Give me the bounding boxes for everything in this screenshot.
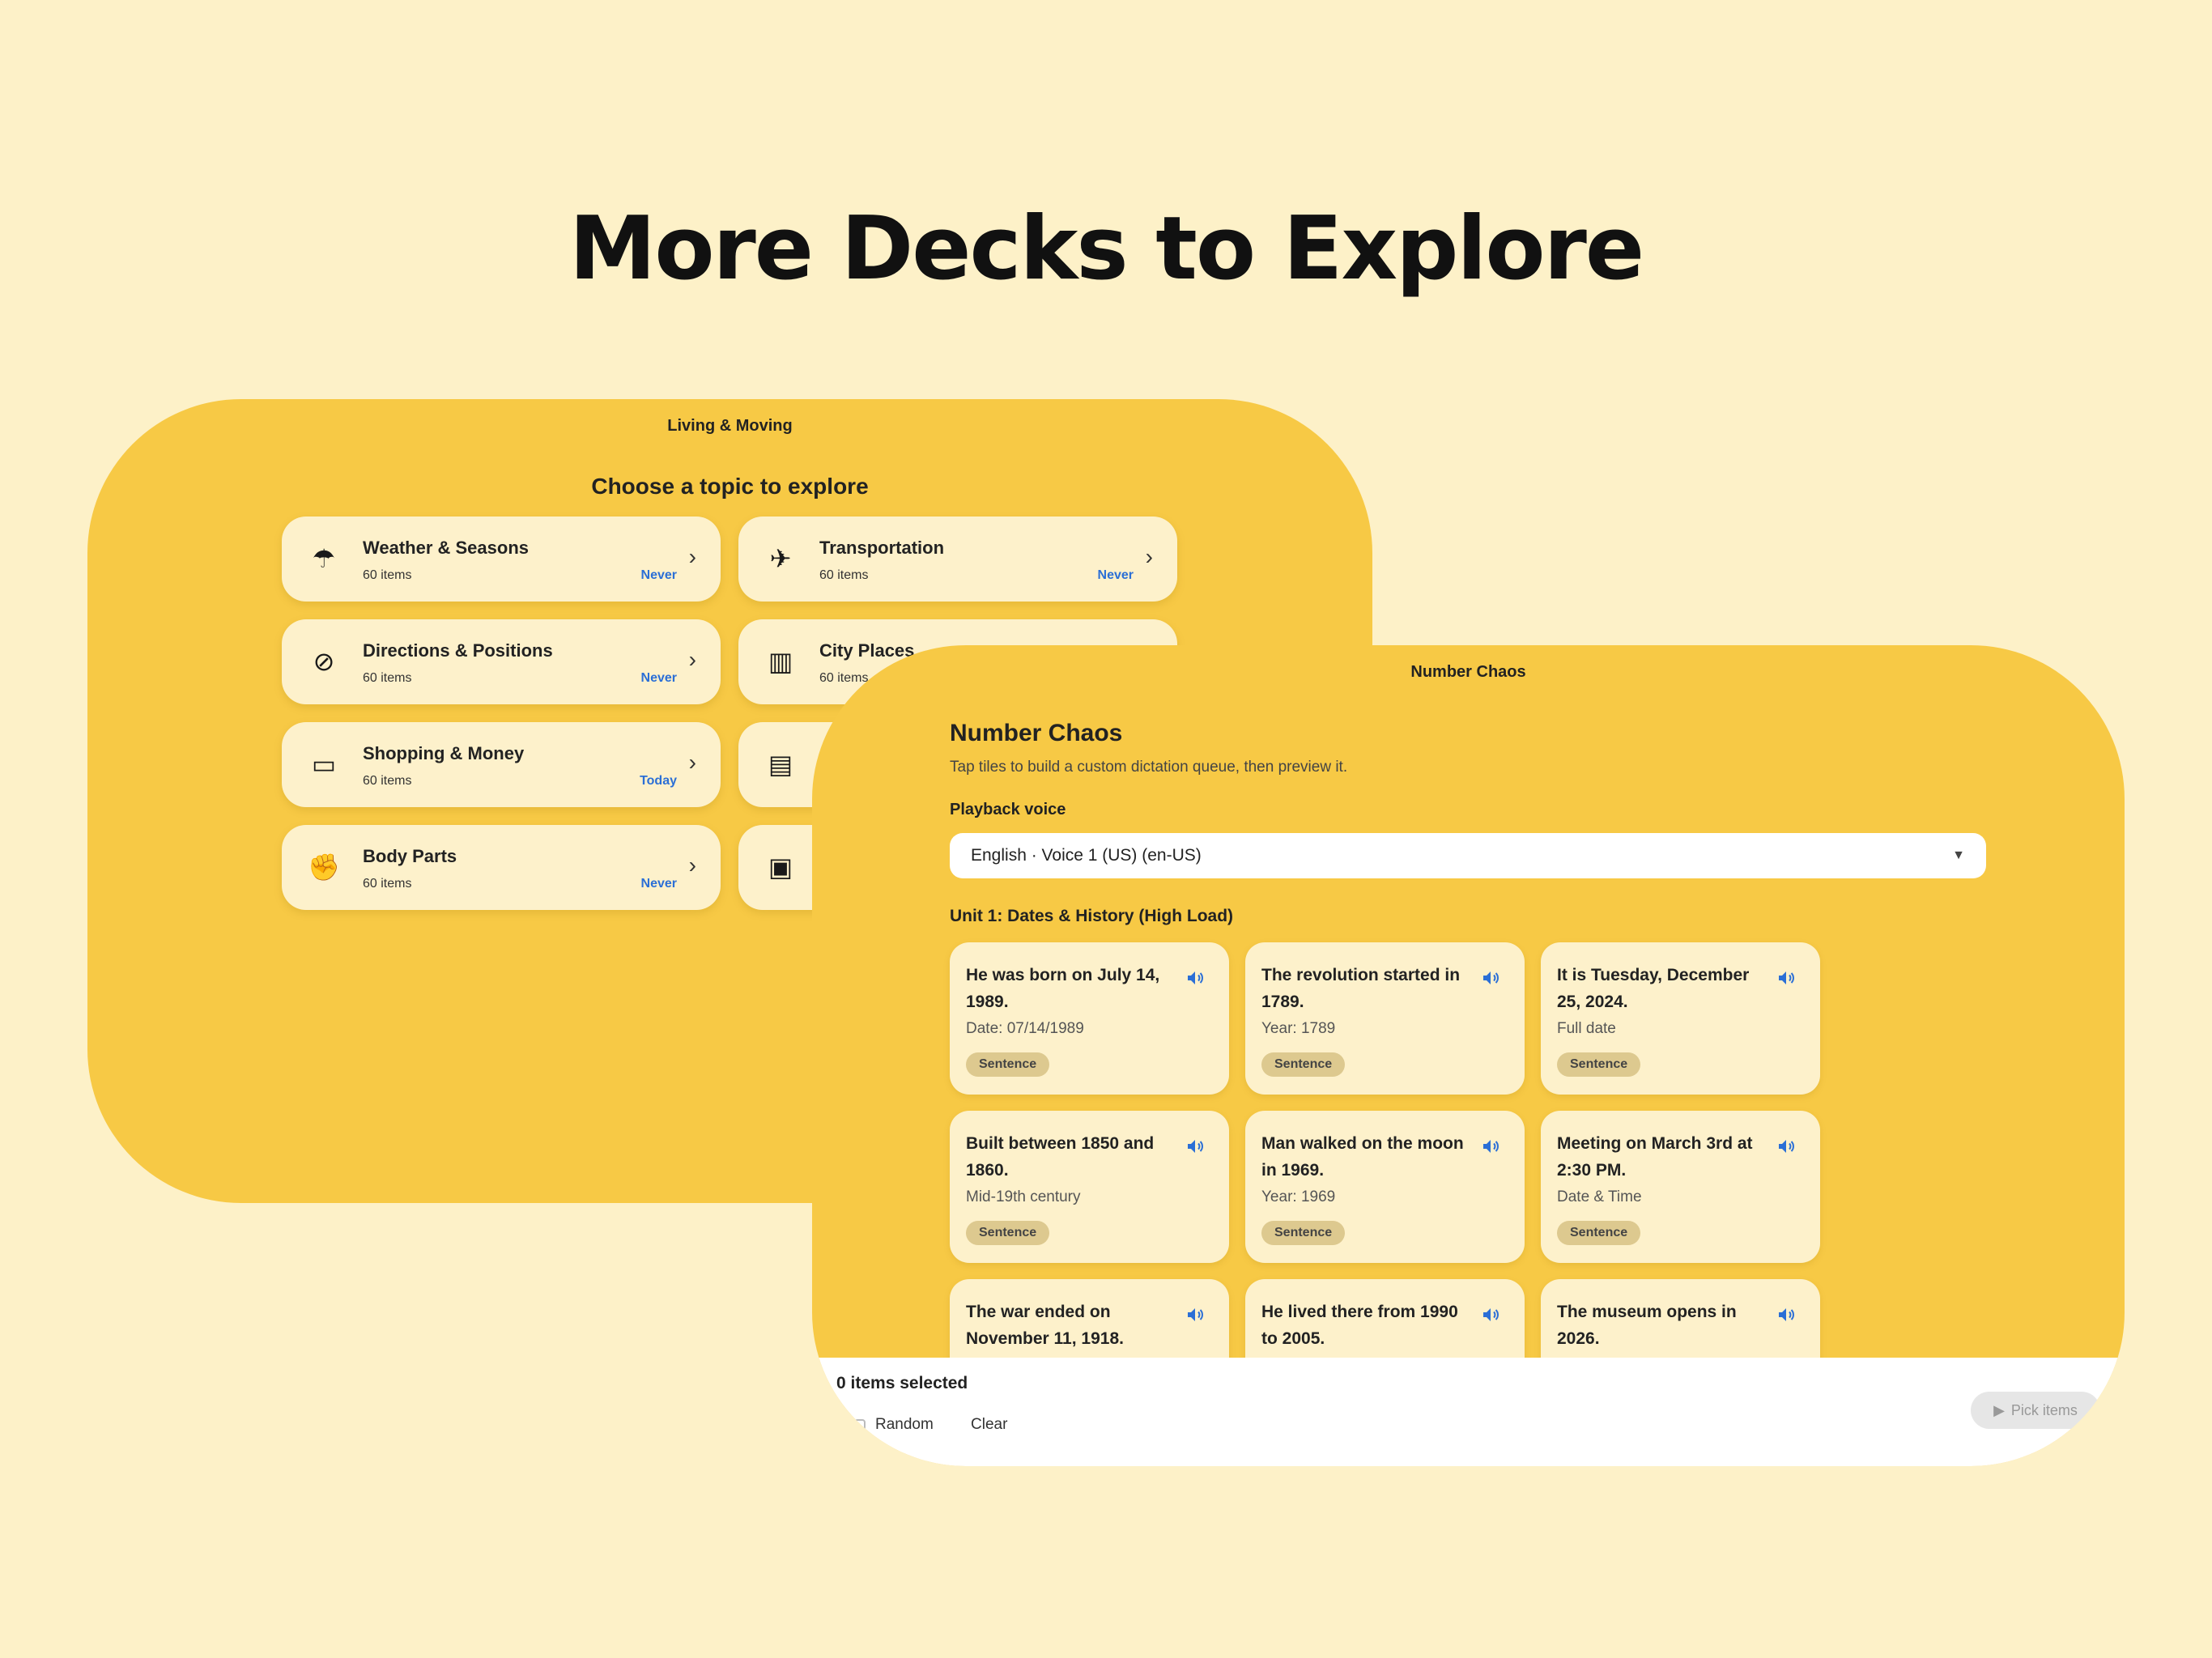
screen-title: Number Chaos xyxy=(1410,663,1526,681)
clear-button[interactable]: Clear xyxy=(971,1416,1007,1434)
chevron-right-icon: › xyxy=(688,852,696,878)
chevron-right-icon: › xyxy=(688,544,696,569)
speaker-icon[interactable] xyxy=(1185,968,1205,988)
arm-icon: ✊ xyxy=(308,852,340,882)
topic-count: 60 items xyxy=(363,568,412,582)
item-type-badge: Sentence xyxy=(966,1221,1050,1245)
speaker-icon[interactable] xyxy=(1776,1137,1796,1156)
topic-count: 60 items xyxy=(363,671,412,685)
topic-name: Shopping & Money xyxy=(363,743,525,763)
selection-bar: 0 items selected Random Clear ▶ Pick ite… xyxy=(812,1358,2125,1466)
voice-value: English · Voice 1 (US) (en-US) xyxy=(971,846,1202,865)
topic-count: 60 items xyxy=(819,568,869,582)
topic-last-studied: Never xyxy=(640,568,677,582)
compass-icon: ⊘ xyxy=(313,647,335,676)
topic-name: Weather & Seasons xyxy=(363,538,530,558)
item-type-badge: Sentence xyxy=(1557,1052,1641,1077)
dice-icon xyxy=(854,1419,866,1431)
speaker-icon[interactable] xyxy=(1481,1137,1500,1156)
item-sentence: He was born on July 14, 1989. xyxy=(966,966,1160,1011)
item-sentence: Man walked on the moon in 1969. xyxy=(1261,1134,1464,1180)
item-card[interactable]: Man walked on the moon in 1969. Year: 196… xyxy=(1245,1111,1525,1263)
unit-label: Unit 1: Dates & History (High Load) xyxy=(950,907,1234,925)
item-sentence: He lived there from 1990 to 2005. xyxy=(1261,1303,1458,1348)
item-meta: Year: 1789 xyxy=(1261,1020,1336,1037)
selected-count: 0 items selected xyxy=(836,1374,968,1392)
page-headline: More Decks to Explore xyxy=(568,198,1644,300)
deck-description: Tap tiles to build a custom dictation qu… xyxy=(950,759,1348,776)
item-card[interactable]: He was born on July 14, 1989. Date: 07/14… xyxy=(950,942,1229,1095)
chevron-right-icon: › xyxy=(1145,544,1153,569)
item-meta: Date: 07/14/1989 xyxy=(966,1020,1084,1037)
topic-card[interactable]: ▭ Shopping & Money 60 items Today › xyxy=(282,722,721,807)
speaker-icon[interactable] xyxy=(1185,1137,1205,1156)
item-type-badge: Sentence xyxy=(1557,1221,1641,1245)
item-sentence: The museum opens in 2026. xyxy=(1557,1303,1737,1348)
screen-title: Living & Moving xyxy=(667,417,793,435)
item-sentence: Meeting on March 3rd at 2:30 PM. xyxy=(1557,1134,1753,1180)
item-sentence: Built between 1850 and 1860. xyxy=(966,1134,1155,1180)
deck-heading: Number Chaos xyxy=(950,720,1123,746)
umbrella-icon: ☂ xyxy=(312,544,336,573)
speaker-icon[interactable] xyxy=(1776,968,1796,988)
voice-label: Playback voice xyxy=(950,801,1066,818)
pick-items-button[interactable]: ▶ Pick items xyxy=(1971,1392,2100,1429)
topic-last-studied: Never xyxy=(1097,568,1134,582)
speaker-icon[interactable] xyxy=(1481,1305,1500,1324)
chevron-down-icon: ▼ xyxy=(1952,848,1965,862)
topic-name: Transportation xyxy=(819,538,945,558)
item-meta: Mid-19th century xyxy=(966,1188,1081,1205)
topic-last-studied: Never xyxy=(640,877,677,891)
item-sentence: The war ended on November 11, 1918. xyxy=(966,1303,1124,1348)
chevron-right-icon: › xyxy=(688,750,696,775)
item-type-badge: Sentence xyxy=(1261,1221,1346,1245)
item-sentence: The revolution started in 1789. xyxy=(1261,966,1461,1011)
voice-select[interactable]: English · Voice 1 (US) (en-US) ▼ xyxy=(950,833,1986,878)
number-chaos-screen: Number Chaos Number Chaos Tap tiles to b… xyxy=(812,645,2125,1466)
random-button[interactable]: Random xyxy=(854,1416,934,1434)
play-icon: ▶ xyxy=(1993,1401,2005,1418)
item-type-badge: Sentence xyxy=(966,1052,1050,1077)
topic-last-studied: Never xyxy=(640,671,677,685)
speaker-icon[interactable] xyxy=(1185,1305,1205,1324)
bus-icon: ▣ xyxy=(768,852,793,882)
item-sentence: It is Tuesday, December 25, 2024. xyxy=(1557,966,1750,1011)
item-meta: Full date xyxy=(1557,1020,1616,1037)
choose-topic-heading: Choose a topic to explore xyxy=(591,474,869,499)
topic-name: City Places xyxy=(819,640,915,661)
luggage-icon: ▤ xyxy=(768,750,793,779)
item-type-badge: Sentence xyxy=(1261,1052,1346,1077)
city-icon: ▥ xyxy=(768,647,793,676)
money-icon: ▭ xyxy=(311,750,337,779)
topic-count: 60 items xyxy=(363,877,412,891)
item-card[interactable]: Built between 1850 and 1860. Mid-19th cen… xyxy=(950,1111,1229,1263)
item-card[interactable]: The revolution started in 1789. Year: 178… xyxy=(1245,942,1525,1095)
topic-card[interactable]: ✊ Body Parts 60 items Never › xyxy=(282,825,721,910)
speaker-icon[interactable] xyxy=(1776,1305,1796,1324)
topic-last-studied: Today xyxy=(640,774,677,788)
airplane-icon: ✈ xyxy=(769,544,792,573)
topic-card[interactable]: ☂ Weather & Seasons 60 items Never › xyxy=(282,517,721,602)
item-meta: Year: 1969 xyxy=(1261,1188,1336,1205)
topic-name: Body Parts xyxy=(363,846,457,866)
topic-count: 60 items xyxy=(363,774,412,788)
item-card[interactable]: Meeting on March 3rd at 2:30 PM. Date & T… xyxy=(1541,1111,1820,1263)
item-card[interactable]: It is Tuesday, December 25, 2024. Full da… xyxy=(1541,942,1820,1095)
topic-card[interactable]: ⊘ Directions & Positions 60 items Never › xyxy=(282,619,721,704)
chevron-right-icon: › xyxy=(688,647,696,672)
item-meta: Date & Time xyxy=(1557,1188,1642,1205)
pick-items-label: Pick items xyxy=(2010,1401,2078,1418)
topic-card[interactable]: ✈ Transportation 60 items Never › xyxy=(738,517,1177,602)
topic-name: Directions & Positions xyxy=(363,640,553,661)
random-label: Random xyxy=(875,1416,934,1433)
speaker-icon[interactable] xyxy=(1481,968,1500,988)
